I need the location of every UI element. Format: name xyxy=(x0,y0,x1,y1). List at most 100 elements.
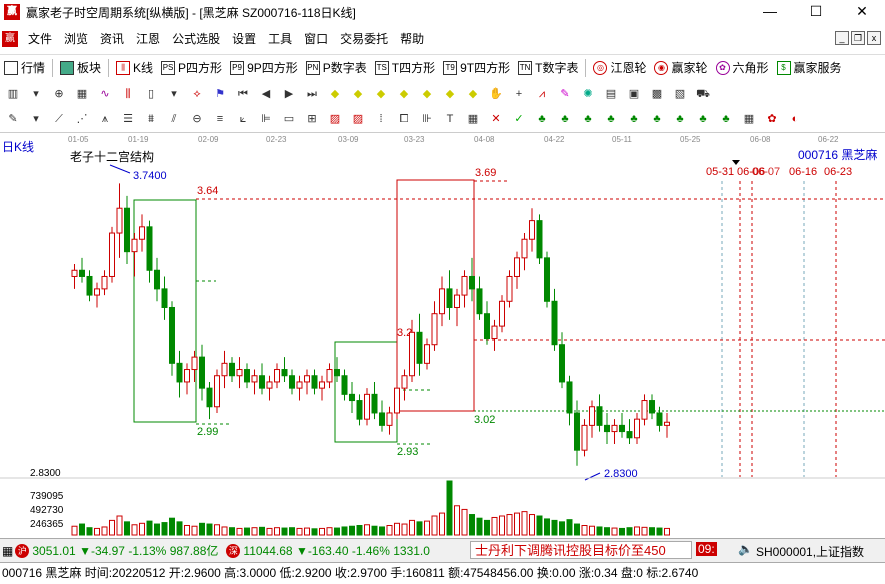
menu-settings[interactable]: 设置 xyxy=(226,28,262,50)
maximize-icon[interactable]: ☐ xyxy=(793,0,839,24)
tree-icon[interactable]: ♣ xyxy=(533,110,551,128)
quotes-button[interactable]: grid行情 xyxy=(0,59,49,76)
truck-icon[interactable]: ⛟ xyxy=(694,85,712,103)
save-icon[interactable]: ▩ xyxy=(648,85,666,103)
trend-icon[interactable]: ⟋ xyxy=(50,110,68,128)
tree-icon[interactable]: ♣ xyxy=(602,110,620,128)
palette-icon[interactable]: ✺ xyxy=(579,85,597,103)
grid-lines-icon[interactable]: ⩩ xyxy=(142,110,160,128)
box-icon[interactable]: ▭ xyxy=(280,110,298,128)
diamond-icon[interactable]: ◆ xyxy=(349,85,367,103)
diamond-icon[interactable]: ◆ xyxy=(418,85,436,103)
ruler-icon[interactable]: ⧠ xyxy=(395,110,413,128)
table-icon[interactable]: ▦ xyxy=(464,110,482,128)
lines-icon[interactable]: ≡ xyxy=(211,110,229,128)
diamond-icon[interactable]: ◆ xyxy=(464,85,482,103)
first-icon[interactable]: ⏮ xyxy=(234,85,252,103)
diamond-icon[interactable]: ◆ xyxy=(395,85,413,103)
diamond-icon[interactable]: ◆ xyxy=(326,85,344,103)
prev-icon[interactable]: ◀ xyxy=(257,85,275,103)
doc-icon[interactable]: ▧ xyxy=(671,85,689,103)
table-icon[interactable]: ▦ xyxy=(740,110,758,128)
next-icon[interactable]: ▶ xyxy=(280,85,298,103)
level-2-icon[interactable]: ⊫ xyxy=(257,110,275,128)
minimize-icon[interactable]: — xyxy=(747,0,793,24)
sh-index-group[interactable]: 3051.01 ▼-34.97 -1.13% 987.88亿 xyxy=(32,542,218,559)
menu-file[interactable]: 文件 xyxy=(22,28,58,50)
winner-wheel-button[interactable]: ◉ 赢家轮 xyxy=(650,59,711,76)
mdi-restore-icon[interactable]: ❐ xyxy=(851,31,865,45)
tree-icon[interactable]: ♣ xyxy=(717,110,735,128)
gann-line-icon[interactable]: ⋰ xyxy=(73,110,91,128)
menu-tools[interactable]: 工具 xyxy=(262,28,298,50)
measure-icon[interactable]: ⊞ xyxy=(303,110,321,128)
9t-square-button[interactable]: T9 9T四方形 xyxy=(439,59,514,76)
menu-trade[interactable]: 交易委托 xyxy=(334,28,394,50)
t-number-button[interactable]: TN T数字表 xyxy=(514,59,582,76)
menu-gann[interactable]: 江恩 xyxy=(130,28,166,50)
mdi-minimize-icon[interactable]: _ xyxy=(835,31,849,45)
tree-icon[interactable]: ♣ xyxy=(694,110,712,128)
tree-icon[interactable]: ♣ xyxy=(556,110,574,128)
window-icon[interactable]: ▣ xyxy=(625,85,643,103)
bar-chart-icon[interactable]: ▥ xyxy=(4,85,22,103)
sector-button[interactable]: 板块 xyxy=(56,59,105,76)
channel-icon[interactable]: ⫽ xyxy=(165,110,183,128)
calc-icon[interactable]: ▤ xyxy=(602,85,620,103)
tree-icon[interactable]: ♣ xyxy=(579,110,597,128)
hatch-icon[interactable]: ▨ xyxy=(349,110,367,128)
p-square-button[interactable]: PS P四方形 xyxy=(157,59,226,76)
table-icon[interactable]: ▦ xyxy=(2,544,13,558)
zigzag-icon[interactable]: ⟡ xyxy=(188,85,206,103)
grid-icon[interactable]: ▦ xyxy=(73,85,91,103)
9p-square-button[interactable]: P9 9P四方形 xyxy=(226,59,302,76)
dropdown-icon[interactable]: ▾ xyxy=(27,110,45,128)
chart-line-icon[interactable]: ⟀ xyxy=(234,110,252,128)
index-selector[interactable]: SH000001,上证指数 xyxy=(756,543,864,560)
check-icon[interactable]: ✓ xyxy=(510,110,528,128)
flower-icon[interactable]: ✿ xyxy=(763,110,781,128)
wave-icon[interactable]: ∿ xyxy=(96,85,114,103)
pen-icon[interactable]: ✎ xyxy=(4,110,22,128)
hatch-icon[interactable]: ▨ xyxy=(326,110,344,128)
flag-icon[interactable]: ⚑ xyxy=(211,85,229,103)
close-icon[interactable]: ✕ xyxy=(839,0,885,24)
period-icon[interactable]: ⊪ xyxy=(418,110,436,128)
menu-info[interactable]: 资讯 xyxy=(94,28,130,50)
mdi-close-icon[interactable]: x xyxy=(867,31,881,45)
speaker-icon[interactable]: 🔈 xyxy=(738,542,753,556)
p-number-button[interactable]: PN P数字表 xyxy=(302,59,371,76)
chart-icon[interactable]: ⫼ xyxy=(119,85,137,103)
menu-help[interactable]: 帮助 xyxy=(394,28,430,50)
tree-icon[interactable]: ♣ xyxy=(625,110,643,128)
last-icon[interactable]: ⏭ xyxy=(303,85,321,103)
t-square-button[interactable]: TS T四方形 xyxy=(371,59,439,76)
compass-icon[interactable]: ⊕ xyxy=(50,85,68,103)
kline-chart[interactable]: 01-05 01-19 02-09 02-23 03-09 03-23 04-0… xyxy=(0,133,885,537)
diamond-icon[interactable]: ◆ xyxy=(372,85,390,103)
tool-icon[interactable]: ✎ xyxy=(556,85,574,103)
news-ticker[interactable]: 士丹利下调腾讯控股目标价至450 xyxy=(470,541,692,559)
sz-index-group[interactable]: 11044.68 ▼-163.40 -1.46% 1331.0 xyxy=(243,544,430,558)
menu-browse[interactable]: 浏览 xyxy=(58,28,94,50)
level-icon[interactable]: ☰ xyxy=(119,110,137,128)
menu-formula[interactable]: 公式选股 xyxy=(166,28,226,50)
tree-icon[interactable]: ♣ xyxy=(671,110,689,128)
fan-icon[interactable]: ⩚ xyxy=(96,110,114,128)
diamond-icon[interactable]: ◆ xyxy=(441,85,459,103)
mdi-app-icon[interactable]: 赢 xyxy=(2,31,18,47)
cross-icon[interactable]: ✕ xyxy=(487,110,505,128)
service-button[interactable]: $ 赢家服务 xyxy=(773,59,846,76)
dropdown-icon[interactable]: ▾ xyxy=(27,85,45,103)
hexagon-button[interactable]: ✿ 六角形 xyxy=(712,59,773,76)
kline-button[interactable]: ⫼ K线 xyxy=(112,59,157,76)
dropdown-icon[interactable]: ▾ xyxy=(165,85,183,103)
candle-icon[interactable]: ▯ xyxy=(142,85,160,103)
segments-icon[interactable]: ⁞ xyxy=(372,110,390,128)
gann-wheel-button[interactable]: ◎ 江恩轮 xyxy=(589,59,650,76)
globe-icon[interactable]: ◐ xyxy=(786,110,804,128)
line-icon[interactable]: ⩘ xyxy=(533,85,551,103)
kline-chart-area[interactable]: 01-05 01-19 02-09 02-23 03-09 03-23 04-0… xyxy=(0,132,885,536)
hand-icon[interactable]: ✋ xyxy=(487,85,505,103)
tree-icon[interactable]: ♣ xyxy=(648,110,666,128)
